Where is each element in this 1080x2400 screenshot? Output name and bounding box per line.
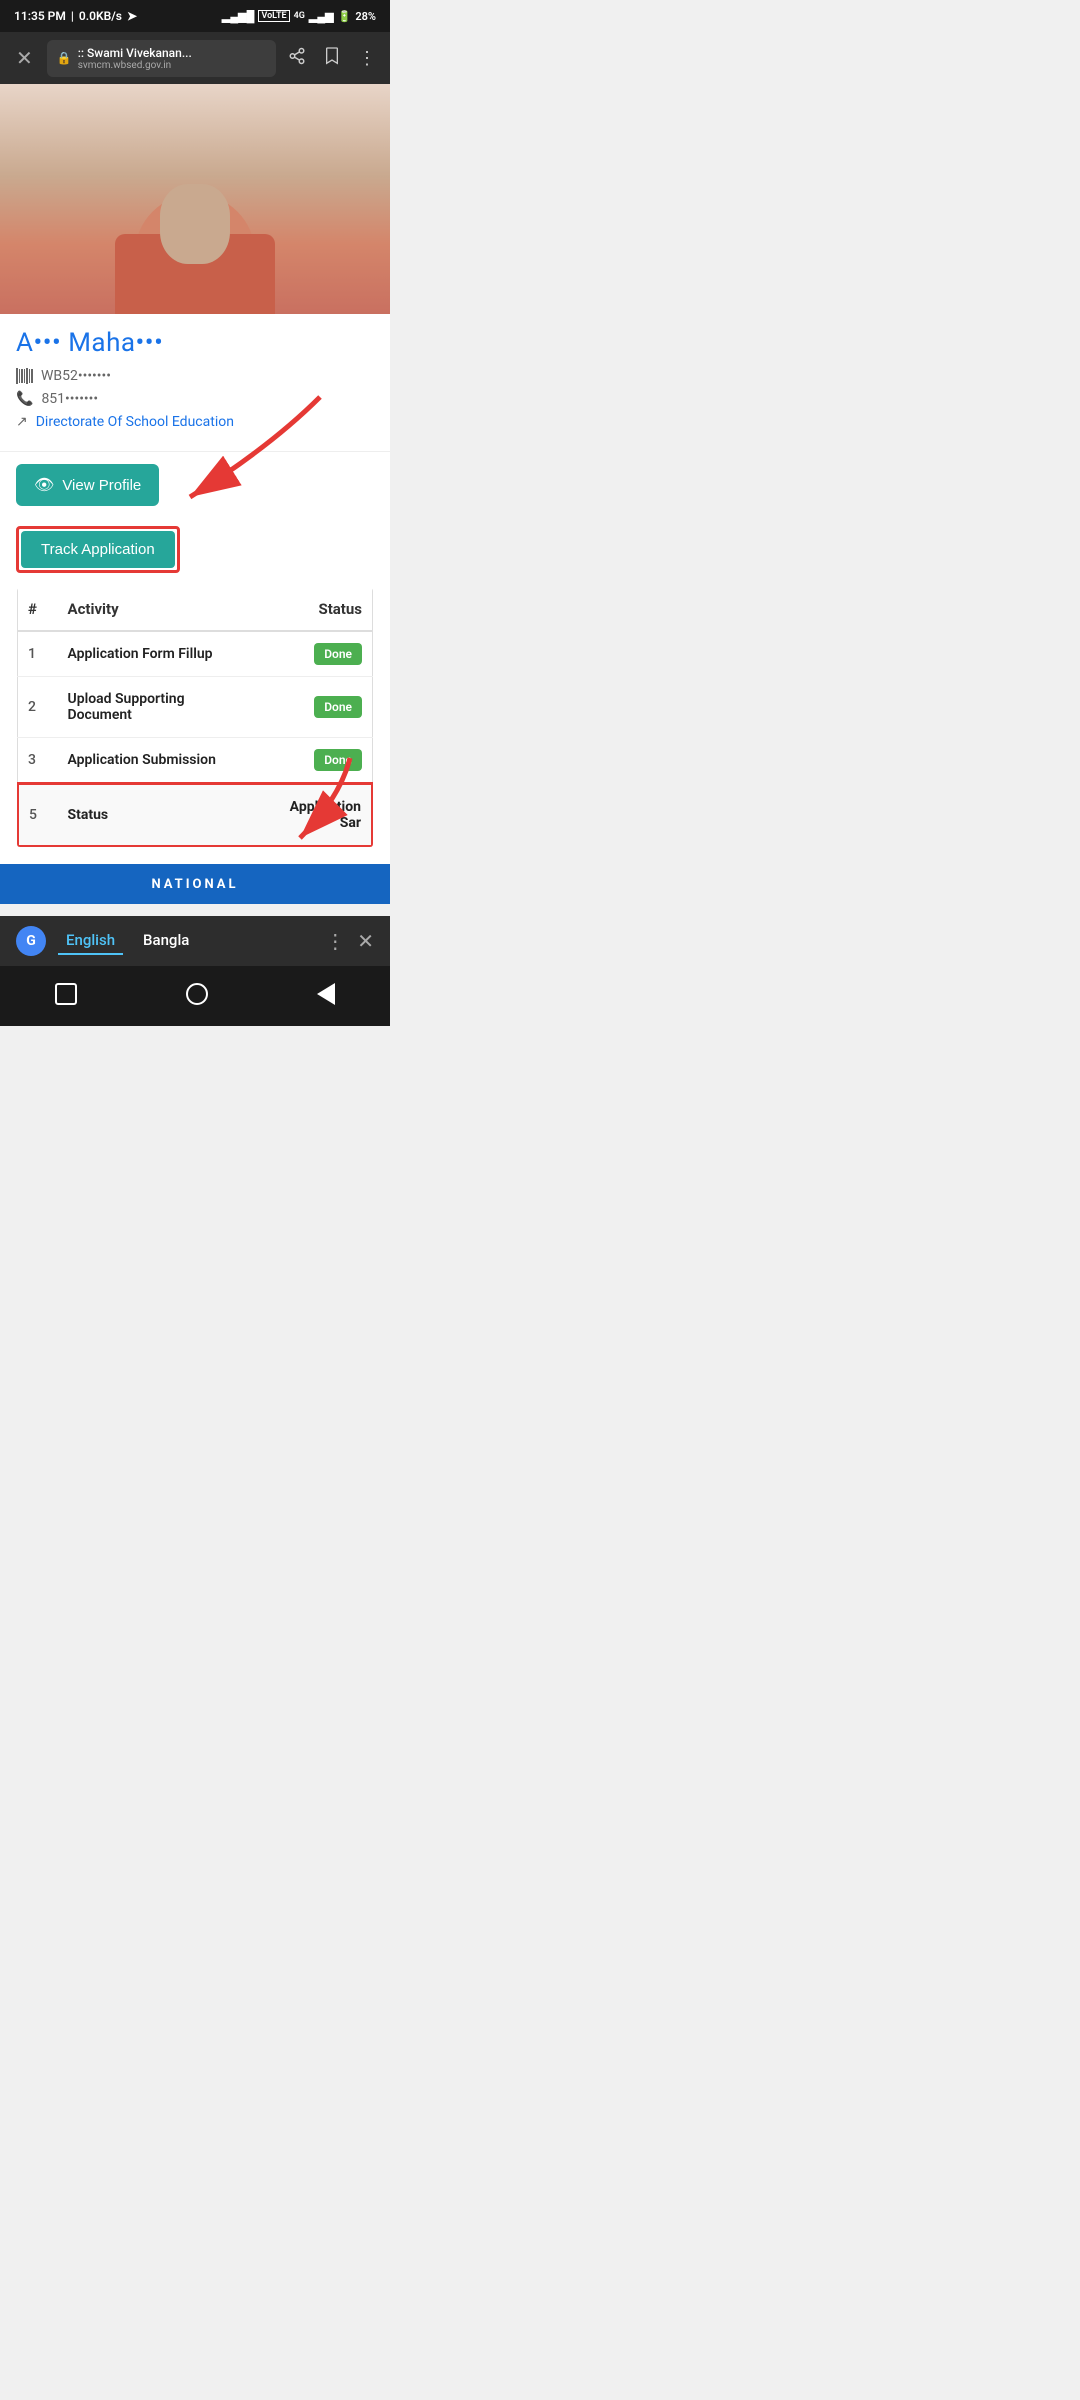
table-row: 3 Application Submission Done <box>18 738 373 784</box>
row-num: 5 <box>18 784 58 847</box>
user-name: A••• Maha••• <box>16 328 374 358</box>
profile-info-section: A••• Maha••• WB52••••••• 📞 851••••••• ↗ … <box>0 314 390 452</box>
nav-home-button[interactable] <box>186 983 208 1005</box>
phone-detail: 📞 851••••••• <box>16 391 374 407</box>
status-bar: 11:35 PM | 0.0KB/s ➤ ▂▄▆█ VoLTE 4G ▂▄▆ 🔋… <box>0 0 390 32</box>
network-speed: | <box>71 9 74 23</box>
back-icon <box>317 983 335 1005</box>
url-domain: svmcm.wbsed.gov.in <box>78 60 266 71</box>
4g-icon: 4G <box>294 11 305 21</box>
row-activity: Application Form Fillup <box>58 631 257 677</box>
signal2-icon: ▂▄▆ <box>309 10 334 23</box>
status-badge: Done <box>314 696 362 718</box>
col-header-status: Status <box>256 588 372 632</box>
share-button[interactable] <box>286 44 308 73</box>
signal-icon: ▂▄▆█ <box>222 10 255 23</box>
row-activity: Status <box>58 784 257 847</box>
battery-icon: 🔋 <box>338 10 352 23</box>
row-activity: Upload Supporting Document <box>58 677 257 738</box>
eye-icon: 👁 <box>34 475 54 495</box>
track-application-label: Track Application <box>41 541 155 558</box>
status-bar-left: 11:35 PM | 0.0KB/s ➤ <box>14 9 137 23</box>
national-banner: NATIONAL <box>0 864 390 904</box>
col-header-activity: Activity <box>58 588 257 632</box>
data-speed: 0.0KB/s <box>79 9 122 23</box>
time-display: 11:35 PM <box>14 9 66 23</box>
col-header-num: # <box>18 588 58 632</box>
table-row-status: 5 Status Application Sar <box>18 784 373 847</box>
barcode-icon <box>16 368 33 384</box>
table-body: 1 Application Form Fillup Done 2 Upload … <box>18 631 373 847</box>
phone-number: 851••••••• <box>41 391 98 407</box>
home-icon <box>186 983 208 1005</box>
org-link[interactable]: Directorate Of School Education <box>36 414 234 430</box>
barcode-detail: WB52••••••• <box>16 368 374 384</box>
page-title: :: Swami Vivekanan... <box>78 46 266 60</box>
track-app-highlight-border: Track Application <box>16 526 180 573</box>
table-header: # Activity Status <box>18 588 373 632</box>
org-detail: ↗ Directorate Of School Education <box>16 414 374 430</box>
row-activity: Application Submission <box>58 738 257 784</box>
row-num: 1 <box>18 631 58 677</box>
activity-table: # Activity Status 1 Application Form Fil… <box>16 587 374 848</box>
navigation-bar <box>0 966 390 1026</box>
send-icon: ➤ <box>127 9 137 23</box>
nav-recents-button[interactable] <box>55 983 77 1005</box>
row-status-text: Application Sar <box>256 784 372 847</box>
url-area[interactable]: 🔒 :: Swami Vivekanan... svmcm.wbsed.gov.… <box>47 40 276 77</box>
browser-actions: ⋮ <box>286 44 378 73</box>
language-tab-english[interactable]: English <box>58 927 123 955</box>
profile-photo <box>0 84 390 314</box>
recents-icon <box>55 983 77 1005</box>
national-label: NATIONAL <box>151 877 238 892</box>
row-status: Done <box>256 738 372 784</box>
bookmark-button[interactable] <box>322 44 342 73</box>
page-content: A••• Maha••• WB52••••••• 📞 851••••••• ↗ … <box>0 84 390 904</box>
more-options-button[interactable]: ⋮ <box>356 44 378 73</box>
browser-bar: ✕ 🔒 :: Swami Vivekanan... svmcm.wbsed.go… <box>0 32 390 84</box>
track-application-container: Track Application <box>0 518 390 587</box>
profile-image-container <box>0 84 390 314</box>
nav-back-button[interactable] <box>317 983 335 1005</box>
table-row: 2 Upload Supporting Document Done <box>18 677 373 738</box>
translator-close-button[interactable]: ✕ <box>357 929 374 954</box>
view-profile-label: View Profile <box>62 477 141 494</box>
browser-close-button[interactable]: ✕ <box>12 42 37 75</box>
language-tab-bangla[interactable]: Bangla <box>135 927 197 955</box>
row-num: 3 <box>18 738 58 784</box>
track-application-button[interactable]: Track Application <box>21 531 175 568</box>
url-text: :: Swami Vivekanan... svmcm.wbsed.gov.in <box>78 46 266 71</box>
volte-icon: VoLTE <box>258 10 289 22</box>
barcode-value: WB52••••••• <box>41 368 111 384</box>
view-profile-button[interactable]: 👁 View Profile <box>16 464 159 506</box>
shirt-overlay <box>115 234 275 314</box>
status-badge: Done <box>314 749 362 771</box>
table-row: 1 Application Form Fillup Done <box>18 631 373 677</box>
status-badge: Done <box>314 643 362 665</box>
status-bar-right: ▂▄▆█ VoLTE 4G ▂▄▆ 🔋 28% <box>222 10 376 23</box>
translator-more-button[interactable]: ⋮ <box>325 929 345 954</box>
battery-percent: 28% <box>355 10 376 23</box>
row-status: Done <box>256 631 372 677</box>
phone-icon: 📞 <box>16 391 33 407</box>
row-num: 2 <box>18 677 58 738</box>
profile-buttons-area: 👁 View Profile <box>0 452 390 518</box>
external-link-icon: ↗ <box>16 414 28 430</box>
row-status: Done <box>256 677 372 738</box>
translator-bar: G English Bangla ⋮ ✕ <box>0 916 390 966</box>
lock-icon: 🔒 <box>57 51 72 65</box>
google-translate-icon: G <box>16 926 46 956</box>
